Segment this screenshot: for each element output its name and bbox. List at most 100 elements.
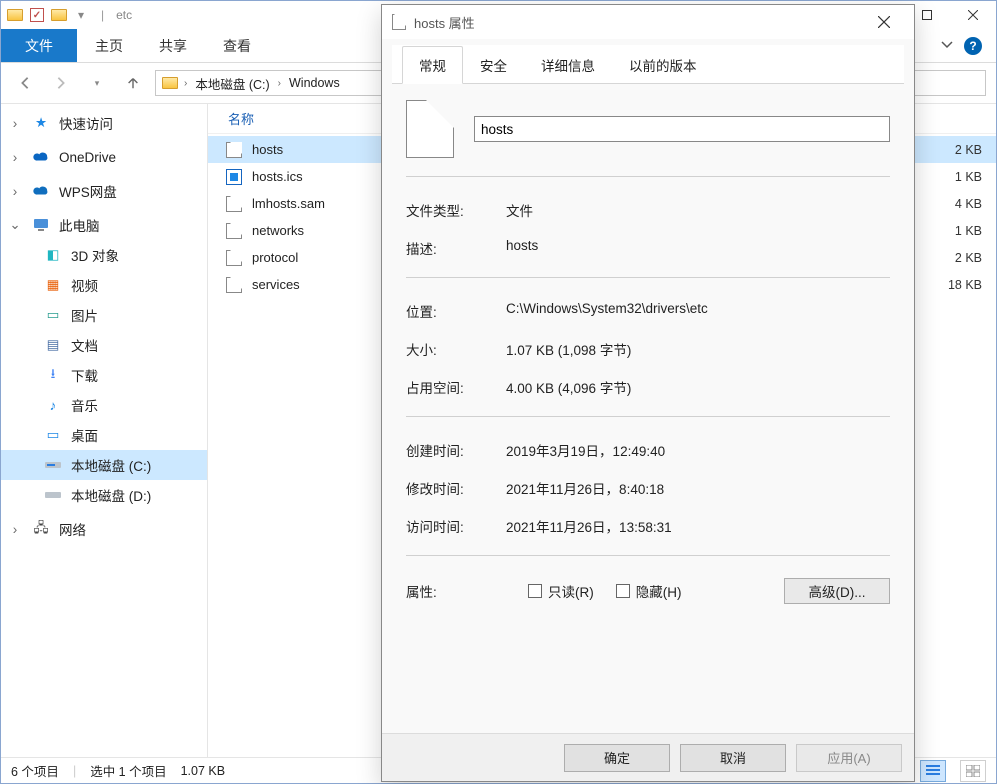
cube-icon: ◧ bbox=[45, 247, 61, 263]
sidebar-item-label: 桌面 bbox=[71, 425, 98, 445]
file-icon bbox=[226, 196, 242, 212]
desktop-icon: ▭ bbox=[45, 427, 61, 443]
view-thumbnails-button[interactable] bbox=[960, 760, 986, 782]
sidebar-item-label: 视频 bbox=[71, 275, 98, 295]
sidebar-item-label: 此电脑 bbox=[59, 215, 100, 235]
dialog-button-row: 确定 取消 应用(A) bbox=[382, 733, 914, 781]
sidebar-item-music[interactable]: ♪音乐 bbox=[1, 390, 207, 420]
file-size-label: 4 KB bbox=[924, 197, 996, 211]
ribbon-tab-view[interactable]: 查看 bbox=[205, 29, 269, 62]
disk-icon bbox=[45, 487, 61, 503]
star-icon: ★ bbox=[33, 115, 49, 131]
sidebar-item-3d[interactable]: ◧ 3D 对象 bbox=[1, 240, 207, 270]
dialog-close-button[interactable] bbox=[864, 7, 904, 37]
music-icon: ♪ bbox=[45, 397, 61, 413]
file-icon bbox=[226, 169, 242, 185]
close-button[interactable] bbox=[950, 1, 996, 29]
prop-value: 2021年11月26日，13:58:31 bbox=[506, 516, 890, 536]
explorer-window: ✓ ▾ | etc 文件 主页 共享 查看 ? ▾ › 本地磁盘 bbox=[0, 0, 997, 784]
ribbon-right: ? bbox=[926, 29, 996, 62]
dialog-tabstrip: 常规 安全 详细信息 以前的版本 bbox=[392, 45, 904, 84]
prop-value: 1.07 KB (1,098 字节) bbox=[506, 339, 890, 359]
hidden-checkbox[interactable]: 隐藏(H) bbox=[616, 581, 682, 601]
prop-value: 文件 bbox=[506, 200, 890, 220]
prop-label: 大小: bbox=[406, 339, 506, 359]
prop-value: hosts bbox=[506, 238, 890, 258]
dialog-tab-general[interactable]: 常规 bbox=[402, 46, 463, 84]
file-icon bbox=[392, 14, 406, 30]
quick-access-toolbar: ✓ ▾ | etc bbox=[1, 7, 138, 23]
sidebar-item-network[interactable]: ›🖧网络 bbox=[1, 514, 207, 544]
dialog-tab-security[interactable]: 安全 bbox=[463, 46, 524, 84]
file-name-label: hosts bbox=[252, 142, 283, 157]
prop-value: C:\Windows\System32\drivers\etc bbox=[506, 301, 890, 321]
file-icon bbox=[226, 142, 242, 158]
sidebar-item-label: 3D 对象 bbox=[71, 245, 119, 265]
picture-icon: ▭ bbox=[45, 307, 61, 323]
sidebar-item-label: OneDrive bbox=[59, 150, 116, 165]
download-icon: ⭳ bbox=[45, 367, 61, 383]
chevron-right-icon[interactable]: › bbox=[9, 185, 21, 197]
sidebar-item-wps[interactable]: ›WPS网盘 bbox=[1, 176, 207, 206]
caret-icon[interactable]: › bbox=[276, 78, 283, 89]
folder-icon bbox=[162, 77, 178, 89]
folder-icon[interactable] bbox=[51, 9, 67, 21]
ribbon-tab-home[interactable]: 主页 bbox=[77, 29, 141, 62]
sidebar-item-this-pc[interactable]: ⌄ 此电脑 bbox=[1, 210, 207, 240]
forward-button[interactable] bbox=[47, 69, 75, 97]
file-icon bbox=[406, 100, 454, 158]
readonly-checkbox[interactable]: 只读(R) bbox=[528, 581, 594, 601]
view-details-button[interactable] bbox=[920, 760, 946, 782]
file-name-label: services bbox=[252, 277, 300, 292]
chevron-right-icon[interactable]: › bbox=[9, 151, 21, 163]
help-icon[interactable]: ? bbox=[964, 37, 982, 55]
chevron-right-icon[interactable]: › bbox=[9, 117, 21, 129]
sidebar-item-videos[interactable]: ▦视频 bbox=[1, 270, 207, 300]
divider bbox=[406, 176, 890, 177]
sidebar-item-disk-d[interactable]: 本地磁盘 (D:) bbox=[1, 480, 207, 510]
qat-dropdown-icon[interactable]: ▾ bbox=[73, 7, 89, 23]
sidebar-item-desktop[interactable]: ▭ 桌面 bbox=[1, 420, 207, 450]
qat-checkbox-icon[interactable]: ✓ bbox=[29, 7, 45, 23]
checkbox-icon bbox=[616, 584, 630, 598]
breadcrumb-item[interactable]: 本地磁盘 (C:) bbox=[191, 74, 273, 93]
checkbox-label: 隐藏(H) bbox=[636, 581, 682, 601]
advanced-button[interactable]: 高级(D)... bbox=[784, 578, 890, 604]
sidebar-item-disk-c[interactable]: 本地磁盘 (C:) bbox=[1, 450, 207, 480]
caret-icon[interactable]: › bbox=[182, 78, 189, 89]
chevron-down-icon[interactable]: ⌄ bbox=[9, 219, 21, 231]
sidebar-item-onedrive[interactable]: › OneDrive bbox=[1, 142, 207, 172]
recent-dropdown-icon[interactable]: ▾ bbox=[83, 69, 111, 97]
chevron-right-icon[interactable]: › bbox=[9, 523, 21, 535]
network-icon: 🖧 bbox=[33, 521, 49, 537]
back-button[interactable] bbox=[11, 69, 39, 97]
cloud-icon bbox=[33, 183, 49, 199]
sidebar-item-label: 文档 bbox=[71, 335, 98, 355]
sidebar-item-pictures[interactable]: ▭图片 bbox=[1, 300, 207, 330]
disk-icon bbox=[45, 457, 61, 473]
dialog-tab-details[interactable]: 详细信息 bbox=[524, 46, 612, 84]
sidebar-item-downloads[interactable]: ⭳下载 bbox=[1, 360, 207, 390]
ribbon-tab-share[interactable]: 共享 bbox=[141, 29, 205, 62]
sidebar: ›★快速访问 ›OneDrive ›WPS网盘 ⌄此电脑 ◧3D 对象 ▦视频 … bbox=[1, 104, 207, 757]
dialog-titlebar: hosts 属性 bbox=[382, 5, 914, 39]
divider bbox=[406, 277, 890, 278]
file-name-label: lmhosts.sam bbox=[252, 196, 325, 211]
ok-button[interactable]: 确定 bbox=[564, 744, 670, 772]
sidebar-item-quick-access[interactable]: ›★快速访问 bbox=[1, 108, 207, 138]
ribbon-file-tab[interactable]: 文件 bbox=[1, 29, 77, 62]
up-button[interactable] bbox=[119, 69, 147, 97]
ribbon-expand-icon[interactable] bbox=[940, 37, 954, 54]
apply-button[interactable]: 应用(A) bbox=[796, 744, 902, 772]
divider bbox=[406, 555, 890, 556]
file-name-label: networks bbox=[252, 223, 304, 238]
separator: | bbox=[101, 8, 104, 22]
prop-value: 2019年3月19日，12:49:40 bbox=[506, 440, 890, 460]
cloud-icon bbox=[33, 149, 49, 165]
filename-input[interactable] bbox=[474, 116, 890, 142]
prop-label: 属性: bbox=[406, 581, 506, 601]
breadcrumb-item[interactable]: Windows bbox=[285, 76, 344, 90]
cancel-button[interactable]: 取消 bbox=[680, 744, 786, 772]
dialog-tab-previous[interactable]: 以前的版本 bbox=[612, 46, 714, 84]
sidebar-item-documents[interactable]: ▤文档 bbox=[1, 330, 207, 360]
